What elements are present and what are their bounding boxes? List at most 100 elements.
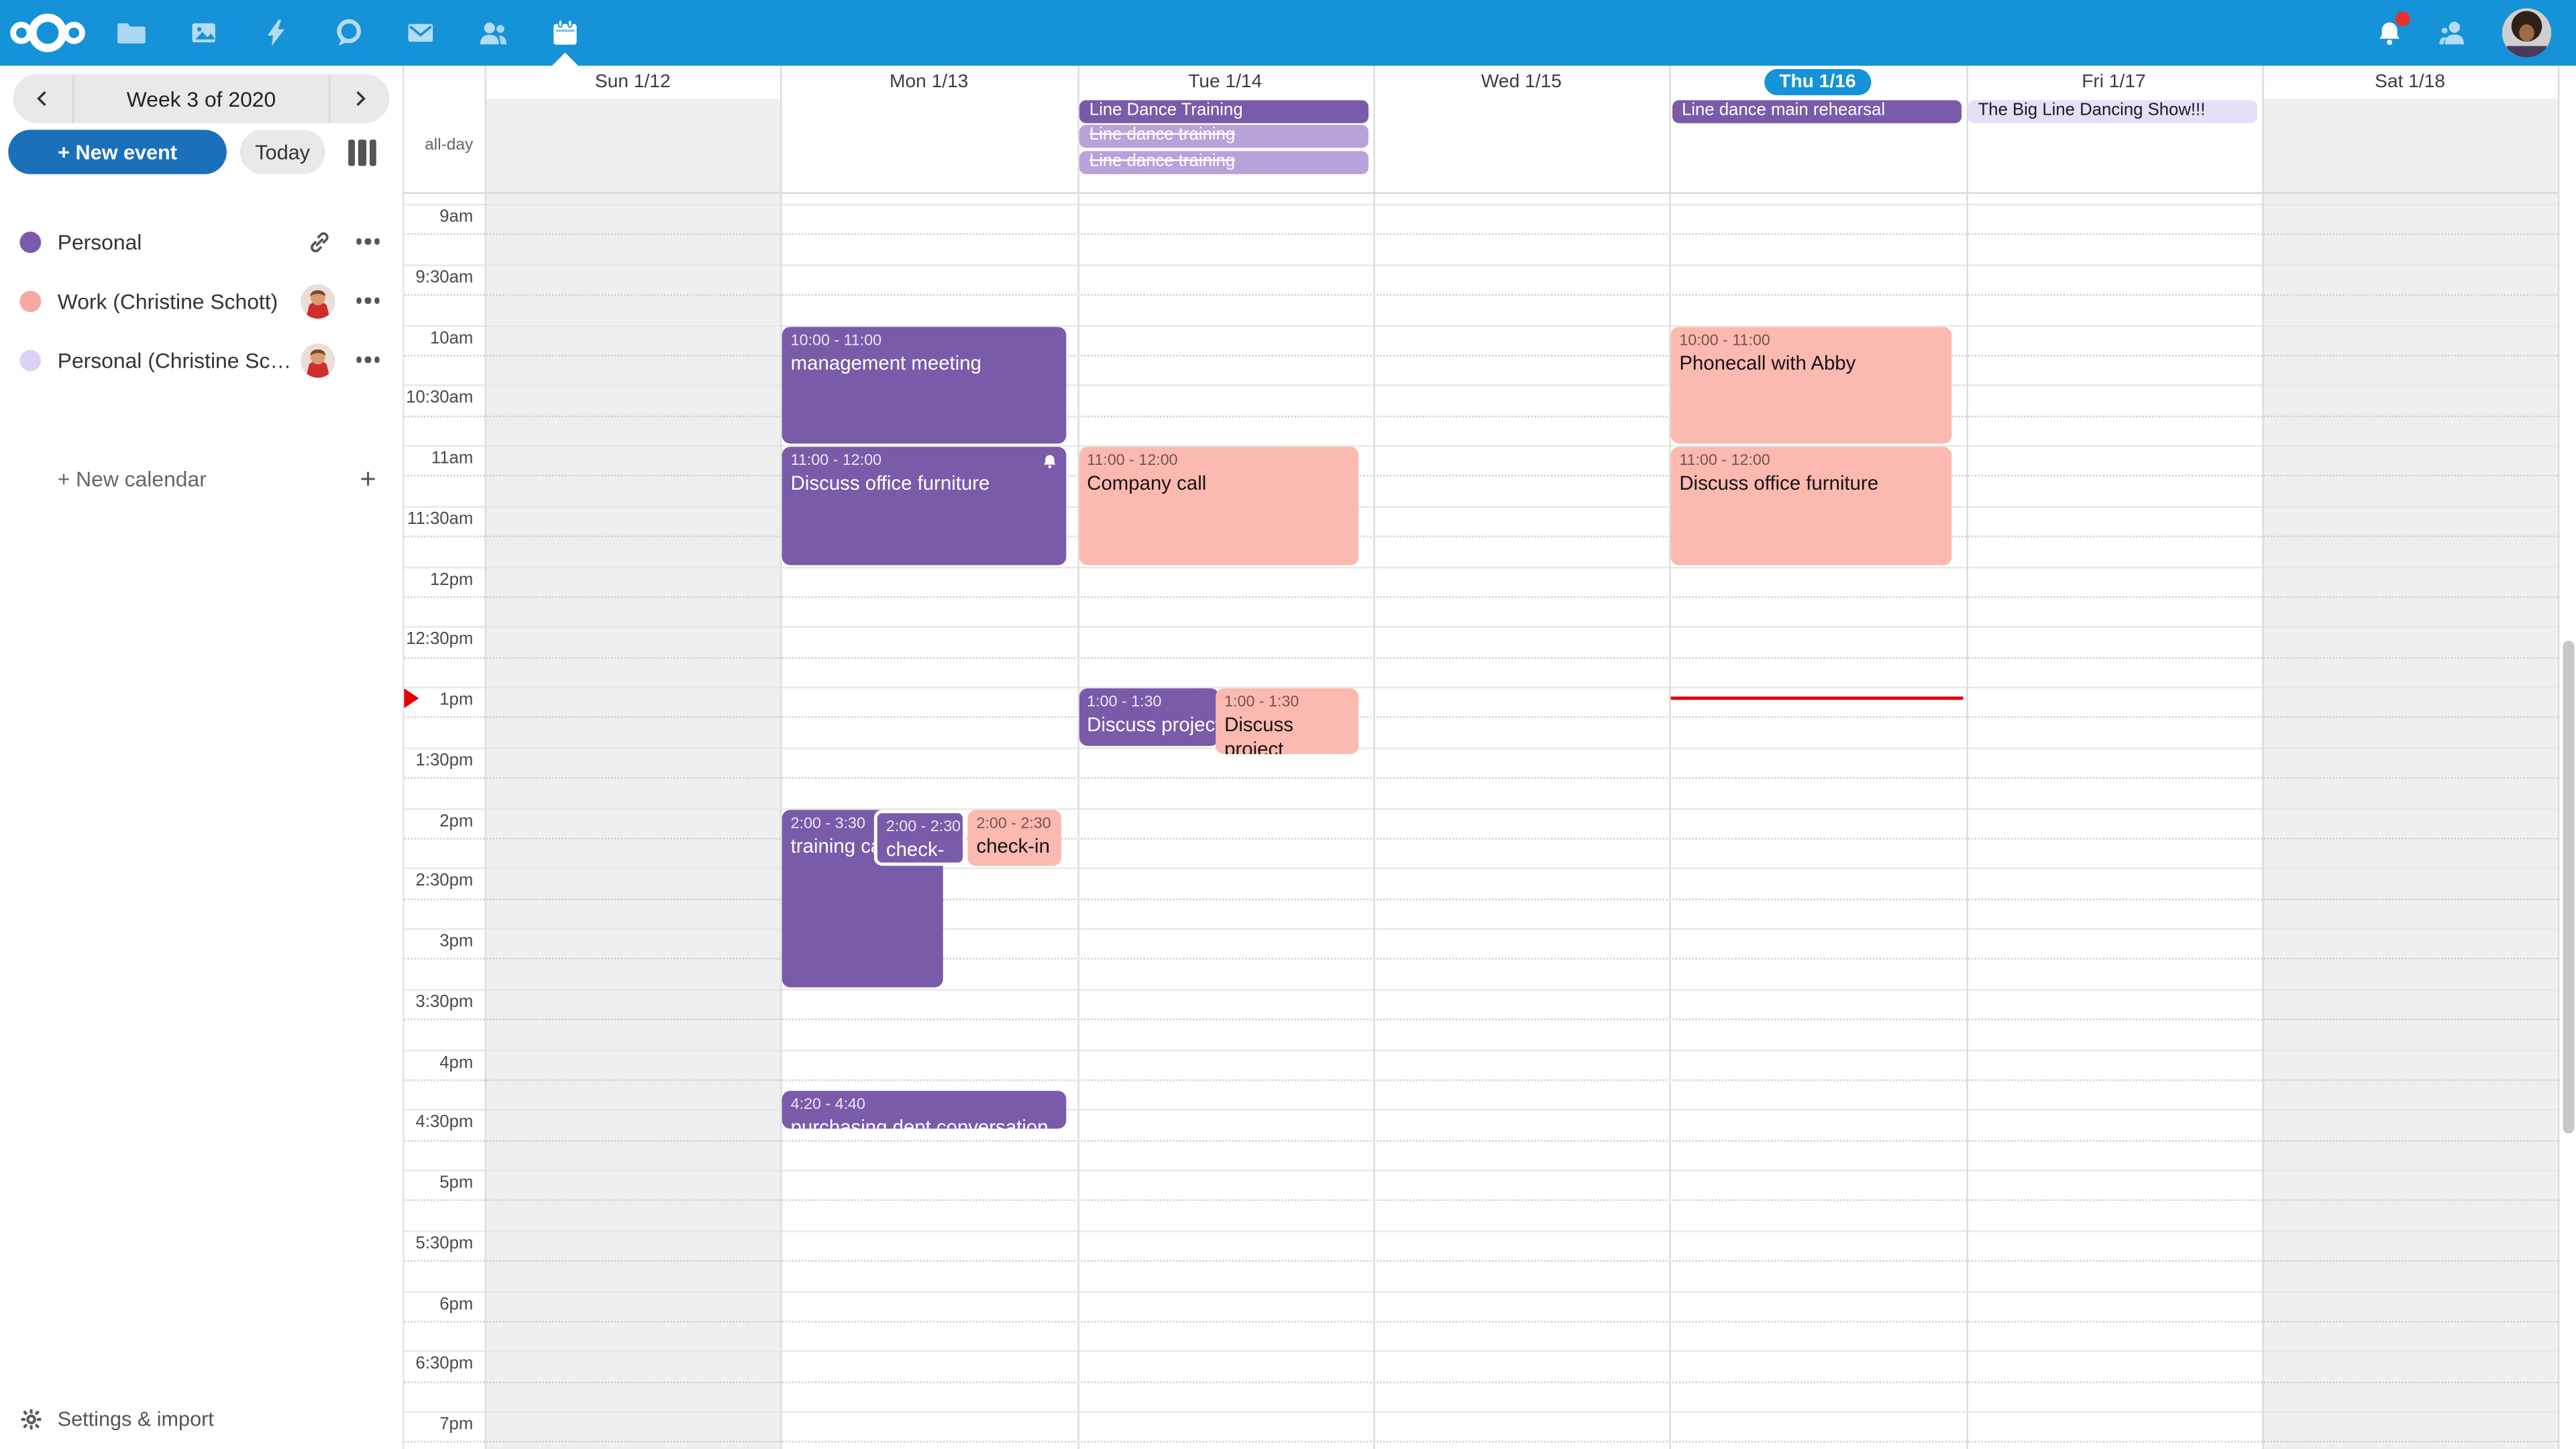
half-hour-line <box>402 385 2558 386</box>
sidebar: Week 3 of 2020 + New event Today Persona… <box>0 66 402 1449</box>
column-divider <box>1077 66 1079 1449</box>
quarter-hour-line <box>402 596 2558 598</box>
quarter-hour-line <box>402 1442 2558 1443</box>
event[interactable]: 2:00 - 2:30check-in <box>875 809 967 866</box>
event[interactable]: 11:00 - 12:00Discuss office furniture <box>1671 447 1951 564</box>
new-calendar-button[interactable]: + New calendar + <box>0 449 402 508</box>
day-header-sun: Sun 1/12 <box>484 67 781 97</box>
day-column-fri[interactable] <box>1966 99 2262 1449</box>
calendar-color-dot[interactable] <box>19 290 41 311</box>
calendar-actions-menu[interactable] <box>354 298 383 303</box>
day-column-tue[interactable] <box>1077 99 1374 1449</box>
new-calendar-label: + New calendar <box>58 466 360 490</box>
time-label: 2pm <box>402 811 473 830</box>
event[interactable]: 1:00 - 1:30Discuss project announcement <box>1216 688 1360 754</box>
half-hour-line <box>402 1170 2558 1171</box>
all-day-event[interactable]: Line Dance Training <box>1079 100 1369 123</box>
half-hour-line <box>402 325 2558 326</box>
all-day-event[interactable]: Line dance main rehearsal <box>1672 100 1962 123</box>
column-divider <box>1373 66 1375 1449</box>
half-hour-line <box>402 989 2558 990</box>
new-event-button[interactable]: + New event <box>8 129 227 174</box>
contacts-menu-button[interactable] <box>2426 0 2475 66</box>
event-time: 1:00 - 1:30 <box>1087 692 1211 713</box>
half-hour-line <box>402 1049 2558 1051</box>
column-divider <box>2262 66 2263 1449</box>
time-label: 4:30pm <box>402 1113 473 1132</box>
app-activity-button[interactable] <box>240 0 313 66</box>
app-contacts-button[interactable] <box>457 0 529 66</box>
half-hour-line <box>402 1230 2558 1232</box>
day-column-thu[interactable] <box>1670 99 1966 1449</box>
event-time: 11:00 - 12:00 <box>791 450 1058 472</box>
calendar-owner-avatar <box>301 283 335 317</box>
view-bar-icon <box>358 140 366 166</box>
app-calendar-button[interactable] <box>529 0 602 66</box>
half-hour-line <box>402 1110 2558 1111</box>
person-icon <box>2436 18 2467 48</box>
day-column-sun[interactable] <box>484 99 781 1449</box>
event-time: 2:00 - 2:30 <box>886 816 955 837</box>
day-column-mon[interactable] <box>781 99 1077 1449</box>
notifications-button[interactable] <box>2364 0 2413 66</box>
time-label: 3pm <box>402 932 473 951</box>
day-header-fri: Fri 1/17 <box>1966 67 2262 97</box>
event[interactable]: 4:20 - 4:40purchasing dept conversation <box>782 1091 1066 1128</box>
day-header-mon: Mon 1/13 <box>781 67 1077 97</box>
column-divider <box>2558 66 2559 1449</box>
photos-icon <box>189 18 219 48</box>
app-talk-button[interactable] <box>312 0 384 66</box>
nextcloud-logo[interactable] <box>0 0 95 66</box>
day-column-sat[interactable] <box>2262 99 2559 1449</box>
quarter-hour-line <box>402 1260 2558 1262</box>
quarter-hour-line <box>402 536 2558 537</box>
half-hour-line <box>402 928 2558 930</box>
all-day-divider <box>402 193 2558 194</box>
column-divider <box>484 66 486 1449</box>
event[interactable]: 2:00 - 2:30check-in <box>968 809 1061 866</box>
previous-week-button[interactable] <box>13 74 72 123</box>
event[interactable]: 11:00 - 12:00Company call <box>1079 447 1359 564</box>
plus-icon[interactable]: + <box>360 464 376 492</box>
half-hour-line <box>402 747 2558 749</box>
view-bar-icon <box>347 140 355 166</box>
calendar-actions-menu[interactable] <box>354 239 383 244</box>
half-hour-line <box>402 687 2558 688</box>
event[interactable]: 1:00 - 1:30Discuss project announcement <box>1079 688 1219 745</box>
event[interactable]: 11:00 - 12:00Discuss office furniture <box>782 447 1066 564</box>
calendar-actions-menu[interactable] <box>354 357 383 362</box>
time-label: 7pm <box>402 1415 473 1434</box>
app-mail-button[interactable] <box>384 0 457 66</box>
view-toggle-button[interactable] <box>347 140 376 166</box>
event-time: 2:00 - 2:30 <box>976 812 1053 834</box>
calendar-list-item[interactable]: Work (Christine Schott) <box>0 271 402 330</box>
day-column-wed[interactable] <box>1373 99 1670 1449</box>
event[interactable]: 10:00 - 11:00management meeting <box>782 326 1066 443</box>
user-avatar[interactable] <box>2502 8 2551 57</box>
calendar-color-dot[interactable] <box>19 231 41 252</box>
alarm-bell-icon <box>1042 453 1058 470</box>
view-bar-icon <box>369 140 376 166</box>
all-day-event[interactable]: The Big Line Dancing Show!!! <box>1968 100 2258 123</box>
calendar-color-dot[interactable] <box>19 349 41 370</box>
half-hour-line <box>402 566 2558 568</box>
calendar-list-item[interactable]: Personal <box>0 212 402 271</box>
column-divider <box>781 66 782 1449</box>
calendar-list-item[interactable]: Personal (Christine Scho… <box>0 330 402 389</box>
settings-import-button[interactable]: Settings & import <box>0 1398 402 1441</box>
all-day-event[interactable]: Line dance training <box>1079 151 1369 174</box>
next-week-button[interactable] <box>330 74 389 123</box>
gear-icon <box>19 1408 42 1431</box>
share-link-icon[interactable] <box>307 229 332 254</box>
vertical-scrollbar-thumb[interactable] <box>2562 641 2573 1134</box>
day-header-tue: Tue 1/14 <box>1077 67 1374 97</box>
nextcloud-calendar-app: all-day Sun 1/12Mon 1/13Tue 1/14Wed 1/15… <box>0 0 2576 1449</box>
event-title: Discuss office furniture <box>791 472 1058 496</box>
today-button[interactable]: Today <box>240 129 325 174</box>
event-title: Phonecall with Abby <box>1679 351 1943 376</box>
week-label[interactable]: Week 3 of 2020 <box>72 74 330 123</box>
app-files-button[interactable] <box>95 0 168 66</box>
event[interactable]: 10:00 - 11:00Phonecall with Abby <box>1671 326 1951 443</box>
all-day-event[interactable]: Line dance training <box>1079 125 1369 148</box>
app-photos-button[interactable] <box>168 0 240 66</box>
